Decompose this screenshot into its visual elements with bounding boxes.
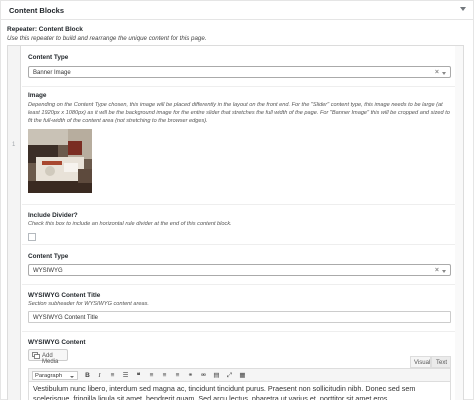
include-divider-checkbox[interactable] [28, 233, 36, 241]
field-wysiwyg-title: WYSIWYG Content Title Section subheader … [22, 284, 455, 331]
wysiwyg-title-value: WYSIWYG Content Title [33, 314, 99, 321]
field-wysiwyg-content: WYSIWYG Content Add Media Visual Text Pa… [22, 331, 455, 400]
field-include-divider: Include Divider? Check this box to inclu… [22, 204, 455, 244]
editor-body[interactable]: Vestibulum nunc libero, interdum sed mag… [28, 382, 451, 400]
chevron-down-icon[interactable] [442, 72, 446, 75]
chevron-down-icon[interactable] [442, 270, 446, 273]
tab-text-label: Text [436, 359, 448, 366]
row-number: 1 [12, 142, 16, 148]
content-type-value: WYSIWYG [33, 267, 63, 274]
tab-text[interactable]: Text [431, 356, 451, 368]
field-content-type-1: Content Type Banner Image × [22, 46, 455, 86]
tab-visual[interactable]: Visual [410, 356, 431, 368]
toolbar-toggle-icon[interactable]: ▦ [238, 371, 247, 380]
divider-description: Check this box to include an horizontal … [28, 221, 232, 227]
image-description: Depending on the Content Type chosen, th… [28, 102, 450, 124]
add-media-icon [32, 352, 40, 359]
add-media-label: Add Media [42, 352, 59, 365]
content-blocks-panel: Content Blocks Repeater: Content Block U… [0, 0, 474, 400]
read-more-icon[interactable]: ▤ [212, 371, 221, 380]
clear-selection-icon[interactable]: × [435, 267, 439, 274]
align-right-icon[interactable]: ≡ [173, 371, 182, 380]
content-type-label: Content Type [28, 253, 69, 260]
image-label: Image [28, 92, 47, 99]
row-order-handle[interactable]: 1 [8, 46, 21, 400]
editor-toolbar: Paragraph B I ≡ ☰ ❝ ≡ ≡ ≡ ⚭ ⚮ ▤ ⤢ ▦ [28, 368, 451, 382]
wysiwyg-title-input[interactable]: WYSIWYG Content Title [28, 311, 451, 323]
repeater-table: 1 Content Type Banner Image × Image Depe… [7, 45, 464, 400]
repeater-description: Use this repeater to build and rearrange… [7, 35, 207, 42]
field-content-type-2: Content Type WYSIWYG × [22, 244, 455, 284]
chevron-down-icon [70, 375, 74, 378]
field-image: Image Depending on the Content Type chos… [22, 86, 455, 204]
collapse-caret-icon[interactable] [460, 7, 466, 11]
image-thumbnail[interactable] [28, 129, 92, 193]
content-type-value: Banner Image [33, 69, 71, 76]
wysiwyg-title-label: WYSIWYG Content Title [28, 292, 101, 299]
panel-header[interactable]: Content Blocks [1, 1, 473, 20]
bullet-list-icon[interactable]: ≡ [108, 371, 117, 380]
fullscreen-icon[interactable]: ⤢ [225, 371, 234, 380]
clear-selection-icon[interactable]: × [435, 69, 439, 76]
align-left-icon[interactable]: ≡ [147, 371, 156, 380]
unlink-icon[interactable]: ⚮ [199, 371, 208, 380]
format-select[interactable]: Paragraph [32, 371, 78, 380]
wysiwyg-content-label: WYSIWYG Content [28, 339, 86, 346]
italic-icon[interactable]: I [95, 371, 104, 380]
format-value: Paragraph [35, 373, 63, 379]
bold-icon[interactable]: B [83, 371, 92, 380]
content-type-select[interactable]: Banner Image × [28, 66, 451, 78]
tab-visual-label: Visual [414, 359, 431, 366]
add-media-button[interactable]: Add Media [28, 349, 68, 365]
blockquote-icon[interactable]: ❝ [134, 371, 143, 380]
align-center-icon[interactable]: ≡ [160, 371, 169, 380]
content-type-label: Content Type [28, 54, 69, 61]
repeater-label: Repeater: Content Block [7, 26, 83, 33]
wysiwyg-title-description: Section subheader for WYSIWYG content ar… [28, 301, 149, 307]
panel-title: Content Blocks [9, 6, 65, 15]
editor-text: Vestibulum nunc libero, interdum sed mag… [33, 384, 416, 400]
numbered-list-icon[interactable]: ☰ [121, 371, 130, 380]
content-type-select[interactable]: WYSIWYG × [28, 264, 451, 276]
divider-label: Include Divider? [28, 212, 78, 219]
link-icon[interactable]: ⚭ [186, 371, 195, 380]
